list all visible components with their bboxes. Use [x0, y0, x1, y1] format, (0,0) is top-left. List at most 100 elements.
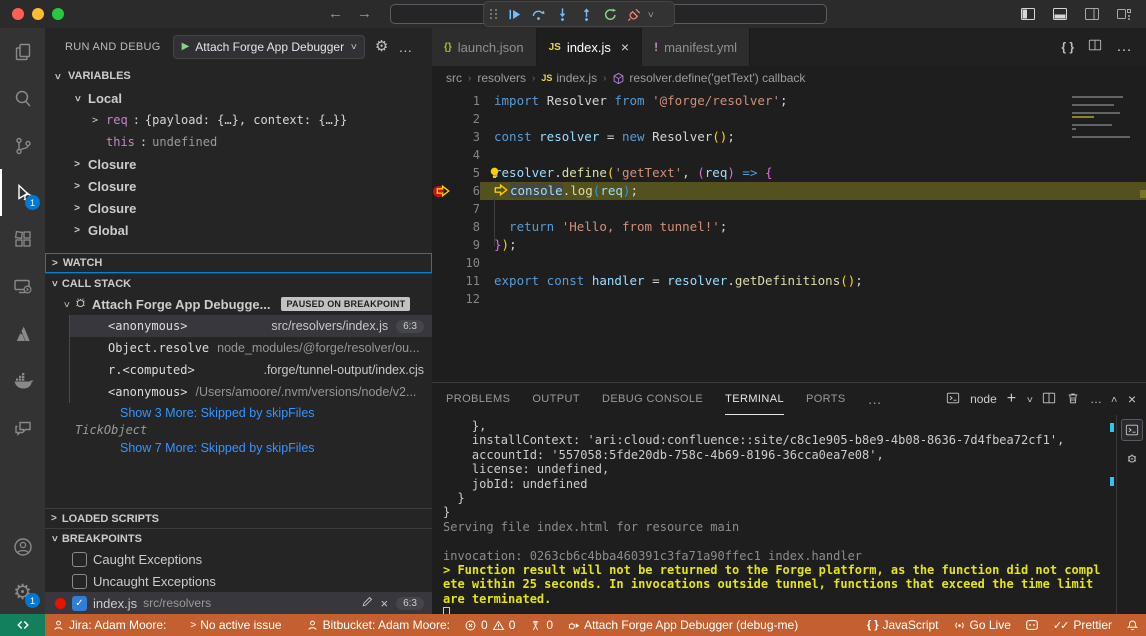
run-and-debug-icon[interactable]: 1 — [0, 169, 45, 216]
stack-frame-row[interactable]: <anonymous>/Users/amoore/.nvm/versions/n… — [69, 381, 432, 403]
comments-icon[interactable] — [0, 404, 45, 451]
step-out-button[interactable] — [575, 3, 597, 25]
code-line[interactable]: 11export const handler = resolver.getDef… — [432, 272, 1146, 290]
breadcrumb-item[interactable]: resolvers — [477, 71, 526, 85]
breadcrumb-item[interactable]: JSindex.js — [541, 71, 597, 85]
debugger-status-item[interactable]: Attach Forge App Debugger (debug-me) — [560, 614, 805, 636]
stack-frame-row[interactable]: TickObject — [45, 422, 432, 438]
gutter-glyph[interactable] — [432, 218, 452, 236]
kill-terminal-icon[interactable] — [1066, 391, 1080, 408]
variable-row[interactable]: >Closure — [45, 175, 432, 197]
code-line[interactable]: 4 — [432, 146, 1146, 164]
variables-section-header[interactable]: >VARIABLES — [45, 65, 432, 87]
stack-frame-row[interactable]: <anonymous>src/resolvers/index.js6:3 — [69, 315, 432, 337]
code-line[interactable]: 10 — [432, 254, 1146, 272]
edit-breakpoint-icon[interactable] — [361, 596, 373, 611]
twistie-icon[interactable]: > — [71, 159, 83, 170]
breakpoints-section-header[interactable]: >BREAKPOINTS — [45, 528, 432, 548]
sidebar-more-actions-icon[interactable]: … — [398, 39, 413, 55]
explorer-icon[interactable] — [0, 28, 45, 75]
debug-session-row[interactable]: > Attach Forge App Debugge... PAUSED ON … — [45, 293, 432, 315]
minimap[interactable] — [1072, 96, 1134, 144]
configure-gear-icon[interactable]: ⚙ — [375, 39, 388, 54]
variable-row[interactable]: >req: {payload: {…}, context: {…}} — [45, 109, 432, 131]
sticky-braces-icon[interactable]: { } — [1061, 40, 1074, 54]
gutter-glyph[interactable] — [432, 182, 452, 200]
code-line[interactable]: 2 — [432, 110, 1146, 128]
gutter-glyph[interactable] — [432, 92, 452, 110]
active-issue-status-item[interactable]: > No active issue — [183, 614, 288, 636]
terminal-tab-debug-icon[interactable] — [1121, 447, 1143, 469]
start-debug-icon[interactable]: ▶ — [182, 41, 190, 52]
maximize-panel-icon[interactable]: > — [1109, 396, 1120, 402]
problems-status-item[interactable]: 0 0 — [457, 614, 522, 636]
atlassian-icon[interactable] — [0, 310, 45, 357]
breakpoint-row[interactable]: ✓index.jssrc/resolvers×6:3 — [45, 592, 432, 614]
continue-button[interactable] — [503, 3, 525, 25]
panel-tab-ports[interactable]: PORTS — [806, 383, 846, 415]
gutter-glyph[interactable] — [432, 236, 452, 254]
prettier-status-item[interactable]: ✓✓ Prettier — [1046, 614, 1119, 636]
panel-tab-terminal[interactable]: TERMINAL — [725, 383, 784, 415]
tab-index.js[interactable]: JSindex.js× — [537, 28, 643, 66]
panel-tab-output[interactable]: OUTPUT — [532, 383, 580, 415]
twistie-icon[interactable]: > — [71, 181, 83, 192]
extensions-icon[interactable] — [0, 216, 45, 263]
disconnect-button[interactable] — [623, 3, 645, 25]
terminal-dropdown-icon[interactable]: > — [1024, 396, 1035, 402]
launch-config-dropdown[interactable]: ▶ Attach Forge App Debugger > — [173, 35, 365, 59]
notifications-bell-icon[interactable] — [1119, 614, 1146, 636]
stack-frame-row[interactable]: Object.resolvenode_modules/@forge/resolv… — [69, 337, 432, 359]
code-line[interactable]: 5resolver.define('getText', (req) => { — [432, 164, 1146, 182]
panel-tab-problems[interactable]: PROBLEMS — [446, 383, 510, 415]
twistie-icon[interactable]: > — [71, 225, 83, 236]
breakpoint-checkbox[interactable] — [72, 574, 87, 589]
gutter-glyph[interactable] — [432, 272, 452, 290]
remove-breakpoint-icon[interactable]: × — [381, 596, 389, 611]
panel-more-tabs-icon[interactable]: … — [868, 391, 882, 407]
search-icon[interactable] — [0, 75, 45, 122]
skipfiles-link[interactable]: Show 7 More: Skipped by skipFiles — [45, 438, 432, 457]
tab-manifest.yml[interactable]: !manifest.yml — [642, 28, 750, 66]
drag-grip-icon[interactable] — [490, 9, 498, 19]
minimize-window-button[interactable] — [32, 8, 44, 20]
gutter-glyph[interactable] — [432, 290, 452, 308]
customize-layout-icon[interactable] — [1116, 6, 1132, 27]
code-line[interactable]: 6console.log(req); — [432, 182, 1146, 200]
nav-back-icon[interactable]: ← — [328, 5, 343, 22]
breakpoint-row[interactable]: Caught Exceptions — [45, 548, 432, 570]
loaded-scripts-section-header[interactable]: >LOADED SCRIPTS — [45, 508, 432, 528]
stack-frame-row[interactable]: r.<computed>.forge/tunnel-output/index.c… — [69, 359, 432, 381]
panel-more-actions-icon[interactable]: … — [1090, 392, 1102, 406]
breadcrumb-item[interactable]: resolver.define('getText') callback — [612, 71, 805, 85]
gutter-glyph[interactable] — [432, 146, 452, 164]
panel-tab-debug-console[interactable]: DEBUG CONSOLE — [602, 383, 703, 415]
twistie-icon[interactable]: > — [72, 92, 83, 104]
gutter-glyph[interactable] — [432, 254, 452, 272]
variable-row[interactable]: >Closure — [45, 197, 432, 219]
restart-button[interactable] — [599, 3, 621, 25]
variable-row[interactable]: >Closure — [45, 153, 432, 175]
variable-row[interactable]: >Local — [45, 87, 432, 109]
call-stack-section-header[interactable]: >CALL STACK — [45, 273, 432, 293]
tab-launch.json[interactable]: {}launch.json — [432, 28, 537, 66]
variable-row[interactable]: >Global — [45, 219, 432, 241]
close-window-button[interactable] — [12, 8, 24, 20]
split-terminal-icon[interactable] — [1042, 391, 1056, 408]
settings-gear-icon[interactable]: ⚙ 1 — [0, 570, 45, 614]
code-line[interactable]: 9}); — [432, 236, 1146, 254]
bitbucket-status-item[interactable]: Bitbucket: Adam Moore: — [299, 614, 457, 636]
gutter-glyph[interactable] — [432, 164, 452, 182]
terminal-tab-node-icon[interactable] — [1121, 419, 1143, 441]
breadcrumb-item[interactable]: src — [446, 71, 462, 85]
remote-explorer-icon[interactable] — [0, 263, 45, 310]
extension-grid-status-icon[interactable] — [1018, 614, 1046, 636]
code-line[interactable]: 7 — [432, 200, 1146, 218]
gutter-glyph[interactable] — [432, 200, 452, 218]
go-live-status-item[interactable]: Go Live — [946, 614, 1018, 636]
code-line[interactable]: 8 return 'Hello, from tunnel!'; — [432, 218, 1146, 236]
split-editor-icon[interactable] — [1088, 38, 1102, 57]
code-line[interactable]: 3const resolver = new Resolver(); — [432, 128, 1146, 146]
twistie-icon[interactable]: > — [89, 115, 101, 126]
breakpoint-row[interactable]: Uncaught Exceptions — [45, 570, 432, 592]
